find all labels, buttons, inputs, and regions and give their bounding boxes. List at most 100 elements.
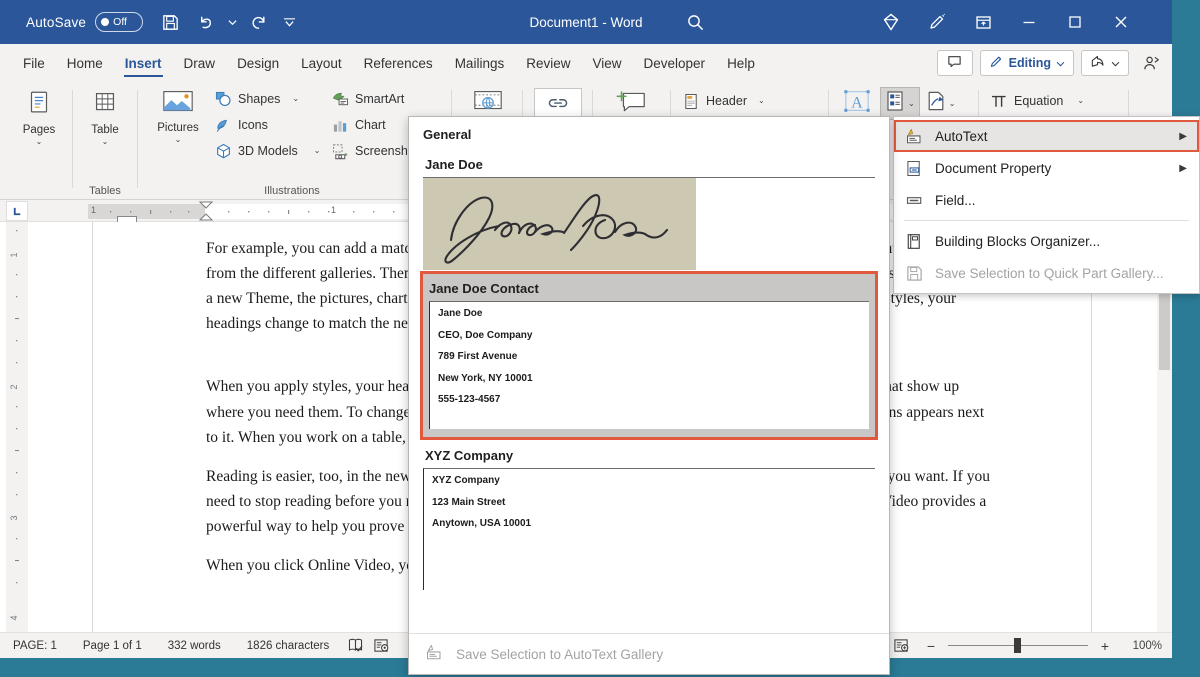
chevron-down-icon[interactable]: ⌄ — [314, 147, 321, 155]
menu-item-building-blocks-organizer[interactable]: Building Blocks Organizer... — [894, 225, 1199, 257]
undo-chevron-down-icon[interactable] — [225, 5, 239, 39]
equation-button[interactable]: Equation ⌄ — [986, 88, 1126, 114]
autotext-entry-preview — [423, 177, 875, 270]
page-count[interactable]: Page 1 of 1 — [70, 640, 155, 652]
chevron-down-icon[interactable]: ⌄ — [1077, 97, 1084, 105]
word-application-window: AutoSave Off Document1 — [0, 0, 1200, 677]
chevron-down-icon[interactable]: ⌄ — [908, 100, 915, 108]
ribbon-right-controls: Editing — [937, 50, 1166, 76]
svg-text:4: 4 — [9, 615, 19, 620]
quick-parts-icon — [885, 90, 905, 117]
smartart-button[interactable]: SmartArt — [327, 86, 422, 112]
ribbon-group-tables: Table ⌄ Tables — [76, 82, 134, 200]
header-button[interactable]: Header ⌄ — [678, 88, 783, 114]
menu-item-autotext[interactable]: AutoText ▶ — [894, 120, 1199, 152]
autosave-switch[interactable]: Off — [95, 12, 143, 32]
shapes-label: Shapes — [238, 92, 280, 106]
autotext-preview-line: 123 Main Street — [432, 498, 867, 509]
new-comment-icon — [614, 88, 648, 117]
zoom-handle[interactable] — [1014, 638, 1021, 653]
autotext-gallery-body: General Jane Doe — [409, 117, 889, 633]
signature-line-button[interactable]: ⌄ — [922, 88, 960, 119]
table-icon — [90, 88, 120, 121]
tab-view[interactable]: View — [581, 44, 632, 82]
close-icon[interactable] — [1098, 0, 1144, 44]
word-count[interactable]: 332 words — [155, 640, 234, 652]
tab-review[interactable]: Review — [515, 44, 581, 82]
chevron-down-icon[interactable]: ⌄ — [102, 138, 109, 146]
3d-models-button[interactable]: 3D Models ⌄ — [210, 138, 324, 164]
tab-file[interactable]: File — [12, 44, 56, 82]
character-count[interactable]: 1826 characters — [234, 640, 342, 652]
pictures-button[interactable]: Pictures ⌄ — [146, 82, 210, 144]
icons-button[interactable]: Icons — [210, 112, 324, 138]
new-comment-button[interactable] — [598, 82, 664, 117]
tabstrip-edge-fill — [1172, 44, 1200, 82]
redo-icon[interactable] — [241, 5, 275, 39]
pages-button[interactable]: Pages ⌄ — [8, 82, 70, 146]
microsoft-365-icon[interactable] — [868, 0, 914, 44]
shapes-button[interactable]: Shapes ⌄ — [210, 86, 324, 112]
autotext-entry-title: XYZ Company — [423, 445, 875, 468]
chevron-down-icon[interactable]: ⌄ — [292, 95, 299, 103]
3d-models-icon — [214, 142, 232, 160]
tab-mailings[interactable]: Mailings — [444, 44, 516, 82]
zoom-out-button[interactable]: − — [923, 638, 939, 654]
pictures-label: Pictures — [157, 122, 199, 134]
autotext-entry-jane-doe[interactable]: Jane Doe — [423, 154, 875, 270]
chevron-down-icon[interactable]: ⌄ — [36, 138, 43, 146]
tab-home[interactable]: Home — [56, 44, 114, 82]
group-separator — [72, 90, 73, 188]
pages-icon — [24, 88, 54, 121]
table-button[interactable]: Table ⌄ — [76, 82, 134, 146]
read-mode-icon[interactable] — [888, 635, 914, 657]
autotext-category-label: General — [423, 127, 875, 142]
menu-item-document-property[interactable]: Document Property ▶ — [894, 152, 1199, 184]
menu-item-field[interactable]: Field... — [894, 184, 1199, 216]
tab-layout[interactable]: Layout — [290, 44, 353, 82]
autotext-icon — [425, 644, 444, 664]
page-indicator[interactable]: PAGE: 1 — [0, 640, 70, 652]
share-button[interactable] — [1081, 50, 1129, 76]
share-people-icon[interactable] — [1136, 50, 1166, 76]
tab-stop-selector[interactable] — [6, 201, 28, 221]
chart-label: Chart — [355, 118, 386, 132]
zoom-in-button[interactable]: + — [1097, 638, 1113, 654]
chevron-down-icon[interactable]: ⌄ — [758, 97, 765, 105]
vertical-ruler[interactable]: 1 2 3 4 — [6, 222, 28, 632]
autotext-entry-jane-doe-contact[interactable]: Jane Doe Contact Jane Doe CEO, Doe Compa… — [423, 274, 875, 437]
undo-icon[interactable] — [189, 5, 223, 39]
svg-text:1: 1 — [9, 252, 19, 257]
tab-developer[interactable]: Developer — [633, 44, 717, 82]
3d-models-label: 3D Models — [238, 144, 298, 158]
zoom-level[interactable]: 100% — [1122, 640, 1162, 652]
editing-mode-button[interactable]: Editing — [980, 50, 1074, 76]
autotext-preview-line: Anytown, USA 10001 — [432, 519, 867, 530]
customize-quick-access-toolbar-icon[interactable] — [277, 5, 301, 39]
tab-insert[interactable]: Insert — [114, 44, 173, 82]
zoom-slider[interactable] — [948, 639, 1088, 653]
tab-references[interactable]: References — [353, 44, 444, 82]
tab-help[interactable]: Help — [716, 44, 766, 82]
submenu-arrow-icon: ▶ — [1179, 131, 1187, 142]
menu-item-label: Document Property — [935, 161, 1051, 176]
accessibility-checker-icon[interactable] — [368, 635, 394, 657]
maximize-icon[interactable] — [1052, 0, 1098, 44]
spell-check-icon[interactable] — [342, 635, 368, 657]
autosave-toggle[interactable]: AutoSave Off — [26, 12, 143, 32]
pen-icon[interactable] — [914, 0, 960, 44]
svg-text:2: 2 — [9, 384, 19, 389]
online-video-button[interactable] — [458, 82, 518, 117]
chevron-down-icon[interactable]: ⌄ — [175, 136, 182, 144]
ribbon-display-options-icon[interactable] — [960, 0, 1006, 44]
comments-button[interactable] — [937, 50, 973, 76]
tab-draw[interactable]: Draw — [173, 44, 227, 82]
minimize-icon[interactable] — [1006, 0, 1052, 44]
search-icon[interactable] — [680, 7, 710, 37]
save-icon[interactable] — [153, 5, 187, 39]
autotext-icon — [904, 126, 924, 146]
tab-design[interactable]: Design — [226, 44, 290, 82]
chevron-down-icon[interactable]: ⌄ — [949, 100, 956, 108]
autotext-entry-xyz-company[interactable]: XYZ Company XYZ Company 123 Main Street … — [423, 445, 875, 590]
autotext-preview-line: 555-123-4567 — [438, 395, 861, 406]
